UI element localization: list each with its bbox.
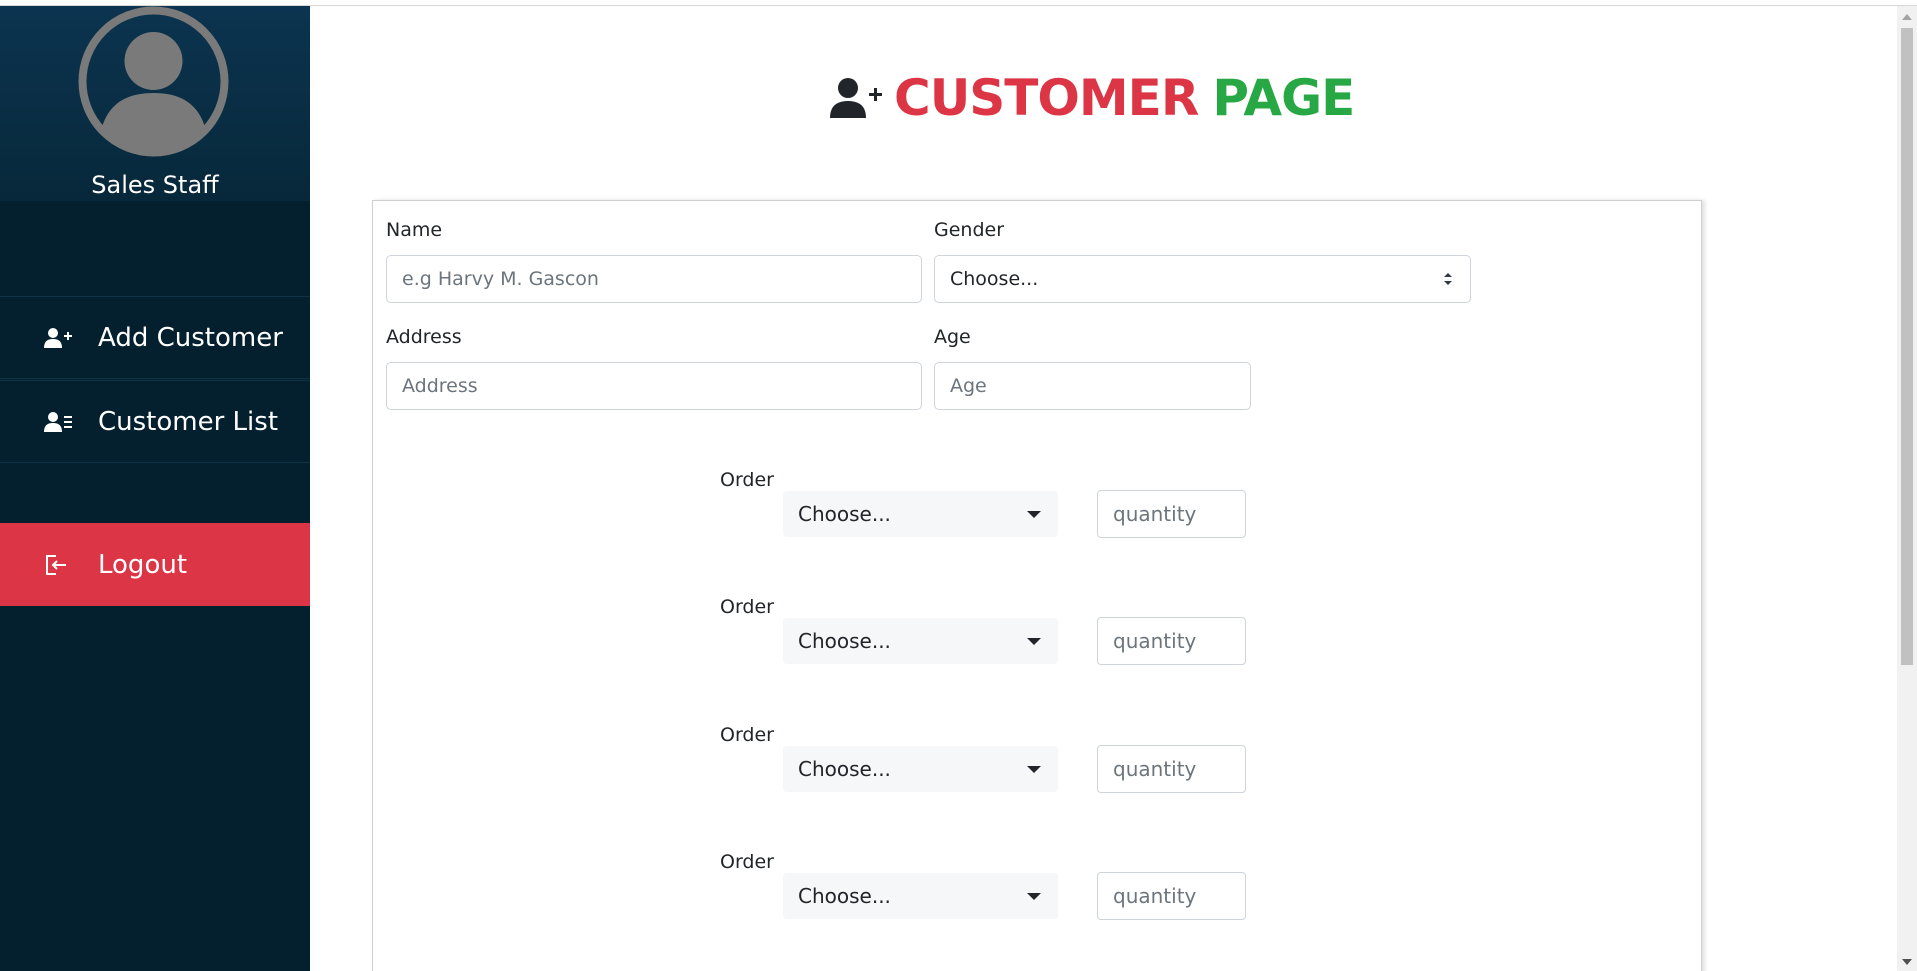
page-scrollbar[interactable] — [1897, 6, 1917, 971]
order-select[interactable]: Choose... — [783, 491, 1058, 537]
order-label: Order — [720, 851, 774, 873]
sidebar-item-label: Add Customer — [98, 322, 283, 353]
age-input[interactable]: Age — [934, 362, 1251, 410]
profile-name: Sales Staff — [91, 171, 219, 199]
caret-down-icon — [1027, 765, 1041, 773]
quantity-input[interactable]: quantity — [1097, 872, 1246, 920]
caret-down-icon — [1027, 637, 1041, 645]
scroll-down-arrow-icon[interactable] — [1902, 959, 1912, 965]
name-input[interactable]: e.g Harvy M. Gascon — [386, 255, 922, 303]
sidebar-item-add-customer[interactable]: Add Customer — [0, 296, 310, 379]
order-select[interactable]: Choose... — [783, 618, 1058, 664]
quantity-input[interactable]: quantity — [1097, 490, 1246, 538]
age-label: Age — [934, 326, 971, 348]
sidebar-item-logout[interactable]: Logout — [0, 523, 310, 606]
scrollbar-thumb[interactable] — [1901, 28, 1913, 665]
gender-select[interactable]: Choose... — [934, 255, 1471, 303]
logout-icon — [44, 552, 78, 578]
gender-label: Gender — [934, 219, 1005, 241]
gender-select-value: Choose... — [950, 268, 1039, 290]
user-plus-icon — [830, 78, 882, 118]
page-title-page: PAGE — [1212, 69, 1355, 127]
page-title: CUSTOMER PAGE — [830, 68, 1355, 128]
order-select-value: Choose... — [798, 502, 891, 526]
avatar-icon — [78, 6, 229, 157]
name-label: Name — [386, 219, 443, 241]
sidebar-item-label: Customer List — [98, 406, 279, 437]
address-input[interactable]: Address — [386, 362, 922, 410]
scroll-up-arrow-icon[interactable] — [1902, 14, 1912, 20]
order-select-value: Choose... — [798, 884, 891, 908]
order-label: Order — [720, 724, 774, 746]
quantity-input[interactable]: quantity — [1097, 745, 1246, 793]
page-title-customer: CUSTOMER — [894, 69, 1199, 127]
caret-down-icon — [1027, 510, 1041, 518]
order-select-value: Choose... — [798, 757, 891, 781]
order-select[interactable]: Choose... — [783, 746, 1058, 792]
select-arrows-icon — [1444, 273, 1452, 285]
order-select[interactable]: Choose... — [783, 873, 1058, 919]
address-label: Address — [386, 326, 462, 348]
sidebar-item-label: Logout — [98, 549, 188, 580]
order-select-value: Choose... — [798, 629, 891, 653]
user-plus-icon — [44, 325, 78, 351]
profile-section: Sales Staff — [0, 6, 310, 201]
sidebar: Sales Staff Add Customer Customer List L… — [0, 6, 310, 971]
quantity-input[interactable]: quantity — [1097, 617, 1246, 665]
sidebar-item-customer-list[interactable]: Customer List — [0, 380, 310, 463]
caret-down-icon — [1027, 892, 1041, 900]
order-label: Order — [720, 469, 774, 491]
user-list-icon — [44, 409, 78, 435]
order-label: Order — [720, 596, 774, 618]
customer-form: Name e.g Harvy M. Gascon Gender Choose..… — [372, 200, 1702, 971]
